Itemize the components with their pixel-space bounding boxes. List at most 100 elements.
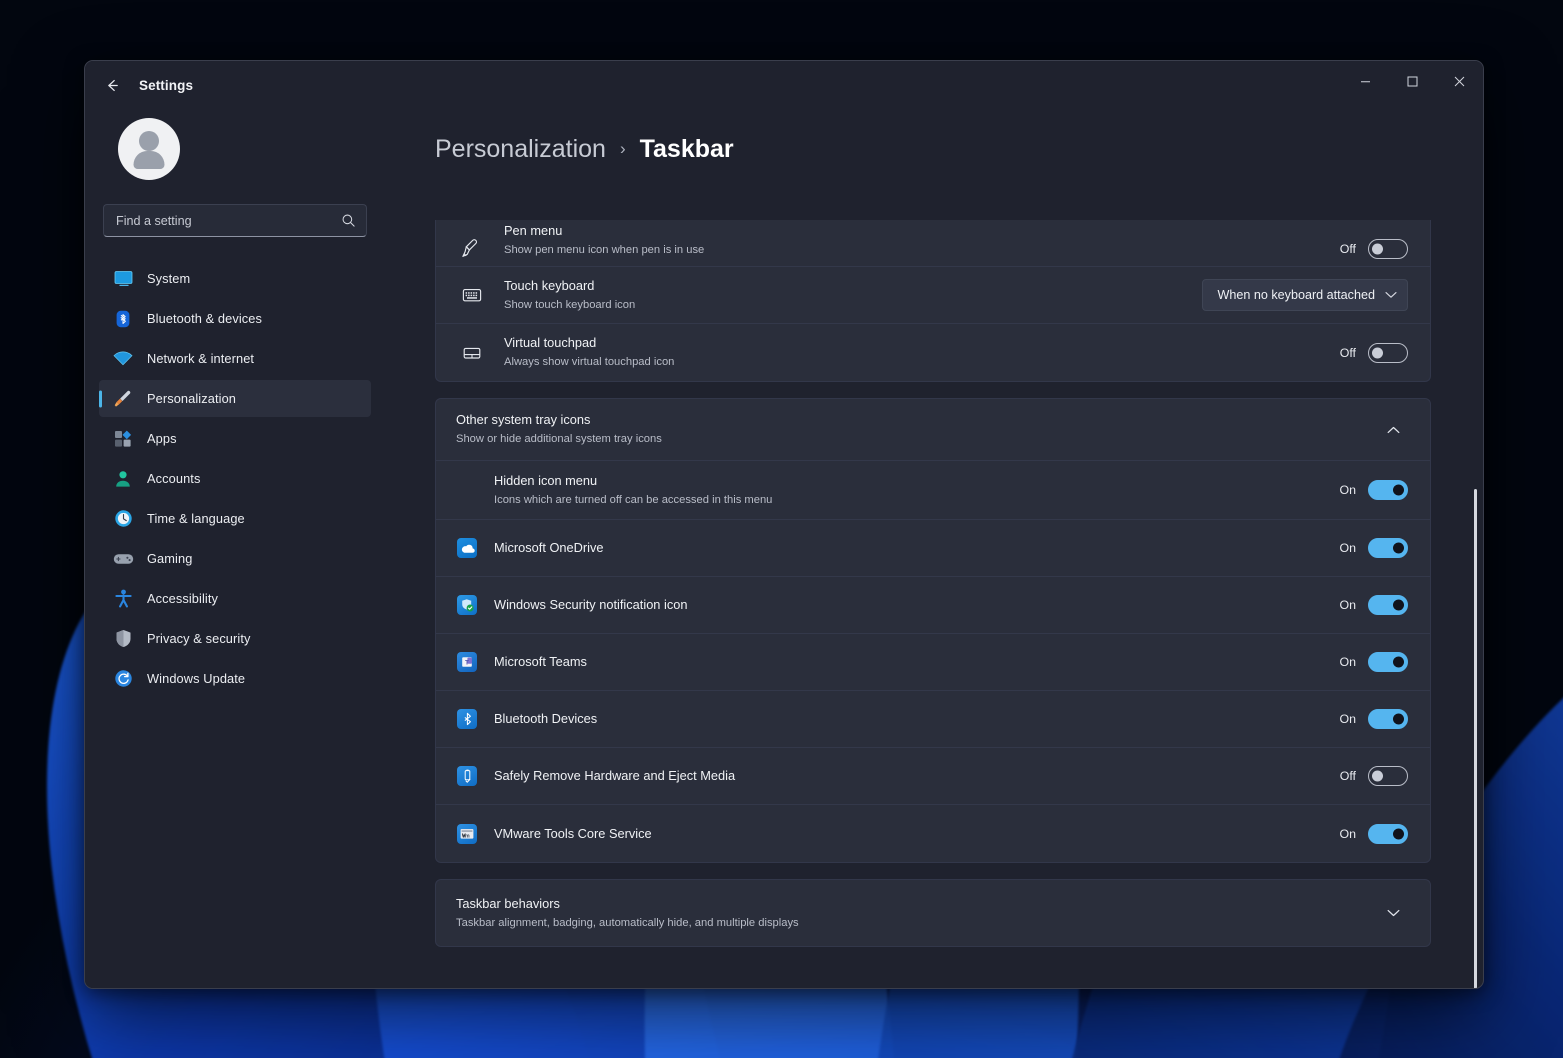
setting-row-virtual-touchpad[interactable]: Virtual touchpad Always show virtual tou…	[436, 324, 1430, 381]
monitor-icon	[111, 269, 135, 289]
title-bar: Settings	[85, 61, 1483, 109]
safely-remove-hardware-toggle[interactable]	[1368, 766, 1408, 786]
sidebar-item-label: Apps	[147, 431, 177, 446]
vmware-icon: V vm	[456, 824, 478, 844]
setting-row-control: Off	[1336, 239, 1408, 259]
maximize-button[interactable]	[1389, 61, 1436, 101]
setting-row-text: Virtual touchpad Always show virtual tou…	[504, 334, 1322, 371]
maximize-icon	[1407, 76, 1418, 87]
sidebar-item-label: Accounts	[147, 471, 200, 486]
tray-row-control: On	[1336, 480, 1408, 500]
sidebar-item-privacy-security[interactable]: Privacy & security	[99, 620, 371, 657]
tray-row-windows-security-notification-icon[interactable]: Windows Security notification icon On	[436, 577, 1430, 634]
search-icon	[341, 213, 356, 228]
bluetooth-devices-toggle[interactable]	[1368, 709, 1408, 729]
toggle-knob	[1393, 600, 1404, 611]
taskbar-behaviors-expand-button[interactable]	[1378, 898, 1408, 928]
search-input[interactable]	[116, 214, 341, 228]
tray-row-microsoft-teams[interactable]: T Microsoft Teams On	[436, 634, 1430, 691]
chevron-up-icon	[1387, 426, 1400, 434]
touch-keyboard-dropdown[interactable]: When no keyboard attached	[1202, 279, 1408, 311]
tray-row-hidden-icon-menu[interactable]: Hidden icon menu Icons which are turned …	[436, 461, 1430, 520]
toggle-state-label: Off	[1336, 242, 1356, 256]
minimize-button[interactable]	[1342, 61, 1389, 101]
sidebar-item-gaming[interactable]: Gaming	[99, 540, 371, 577]
pen-touch-card: Pen menu Show pen menu icon when pen is …	[435, 220, 1431, 382]
teams-icon: T	[456, 652, 478, 672]
breadcrumb-parent[interactable]: Personalization	[435, 135, 606, 164]
sidebar-item-network-internet[interactable]: Network & internet	[99, 340, 371, 377]
vertical-scrollbar[interactable]	[1474, 489, 1477, 988]
close-button[interactable]	[1436, 61, 1483, 101]
back-button[interactable]	[95, 68, 129, 102]
setting-title: Touch keyboard	[504, 278, 594, 293]
taskbar-behaviors-title: Taskbar behaviors	[456, 896, 560, 911]
taskbar-behaviors-expander[interactable]: Taskbar behaviors Taskbar alignment, bad…	[435, 879, 1431, 947]
tray-row-title: Bluetooth Devices	[494, 711, 597, 726]
microsoft-teams-toggle[interactable]	[1368, 652, 1408, 672]
tray-row-control: On	[1336, 824, 1408, 844]
shield-icon	[111, 629, 135, 649]
avatar[interactable]	[118, 118, 180, 180]
sidebar-item-apps[interactable]: Apps	[99, 420, 371, 457]
sidebar-item-accessibility[interactable]: Accessibility	[99, 580, 371, 617]
dropdown-value: When no keyboard attached	[1217, 288, 1375, 302]
window-controls	[1342, 61, 1483, 109]
svg-text:vm: vm	[462, 833, 470, 839]
sidebar-item-windows-update[interactable]: Windows Update	[99, 660, 371, 697]
vmware-tools-toggle[interactable]	[1368, 824, 1408, 844]
tray-row-safely-remove-hardware[interactable]: Safely Remove Hardware and Eject Media O…	[436, 748, 1430, 805]
tray-row-text: VMware Tools Core Service	[494, 825, 1322, 843]
search-box[interactable]	[103, 204, 367, 237]
setting-row-touch-keyboard[interactable]: Touch keyboard Show touch keyboard icon …	[436, 267, 1430, 324]
setting-subtitle: Show pen menu icon when pen is in use	[504, 244, 704, 256]
keyboard-icon	[456, 284, 488, 306]
bluetooth-icon	[111, 309, 135, 329]
tray-row-control: Off	[1336, 766, 1408, 786]
get-help-link[interactable]: Get help	[439, 985, 1431, 988]
touchpad-icon	[456, 342, 488, 364]
tray-row-control: On	[1336, 538, 1408, 558]
onedrive-icon	[456, 538, 478, 558]
tray-section-header[interactable]: Other system tray icons Show or hide add…	[436, 399, 1430, 461]
sidebar-item-accounts[interactable]: Accounts	[99, 460, 371, 497]
breadcrumb: Personalization › Taskbar	[385, 116, 1483, 182]
sidebar-item-bluetooth-devices[interactable]: Bluetooth & devices	[99, 300, 371, 337]
toggle-state-label: On	[1336, 598, 1356, 612]
tray-row-vmware-tools-core-service[interactable]: V vm VMware Tools Core Service On	[436, 805, 1430, 862]
update-icon	[111, 669, 135, 689]
toggle-state-label: Off	[1336, 346, 1356, 360]
settings-scroll-area: Pen menu Show pen menu icon when pen is …	[385, 109, 1483, 988]
toggle-knob	[1393, 657, 1404, 668]
page-title: Taskbar	[640, 135, 734, 164]
toggle-state-label: On	[1336, 827, 1356, 841]
sidebar-item-system[interactable]: System	[99, 260, 371, 297]
windows-security-toggle[interactable]	[1368, 595, 1408, 615]
tray-row-control: On	[1336, 709, 1408, 729]
tray-row-title: Microsoft Teams	[494, 654, 587, 669]
toggle-state-label: On	[1336, 483, 1356, 497]
sidebar-nav: System Bluetooth & devices	[99, 260, 371, 700]
tray-row-text: Microsoft OneDrive	[494, 539, 1322, 557]
setting-row-text: Touch keyboard Show touch keyboard icon	[504, 277, 1188, 314]
footer-links: Get help Give feedba	[435, 985, 1431, 988]
sidebar-item-label: Personalization	[147, 391, 236, 406]
tray-row-microsoft-onedrive[interactable]: Microsoft OneDrive On	[436, 520, 1430, 577]
toggle-state-label: On	[1336, 541, 1356, 555]
tray-section-collapse-button[interactable]	[1378, 415, 1408, 445]
tray-row-title: Windows Security notification icon	[494, 597, 687, 612]
sidebar: System Bluetooth & devices	[85, 109, 385, 988]
setting-row-pen-menu[interactable]: Pen menu Show pen menu icon when pen is …	[436, 220, 1430, 267]
chevron-right-icon: ›	[620, 139, 626, 159]
sidebar-item-personalization[interactable]: Personalization	[99, 380, 371, 417]
sidebar-item-time-language[interactable]: Time & language	[99, 500, 371, 537]
tray-row-bluetooth-devices[interactable]: Bluetooth Devices On	[436, 691, 1430, 748]
virtual-touchpad-toggle[interactable]	[1368, 343, 1408, 363]
avatar-head	[139, 131, 159, 151]
wifi-icon	[111, 349, 135, 369]
hidden-icon-menu-toggle[interactable]	[1368, 480, 1408, 500]
microsoft-onedrive-toggle[interactable]	[1368, 538, 1408, 558]
pen-menu-toggle[interactable]	[1368, 239, 1408, 259]
tray-row-subtitle: Icons which are turned off can be access…	[494, 494, 772, 506]
sidebar-item-label: Gaming	[147, 551, 192, 566]
